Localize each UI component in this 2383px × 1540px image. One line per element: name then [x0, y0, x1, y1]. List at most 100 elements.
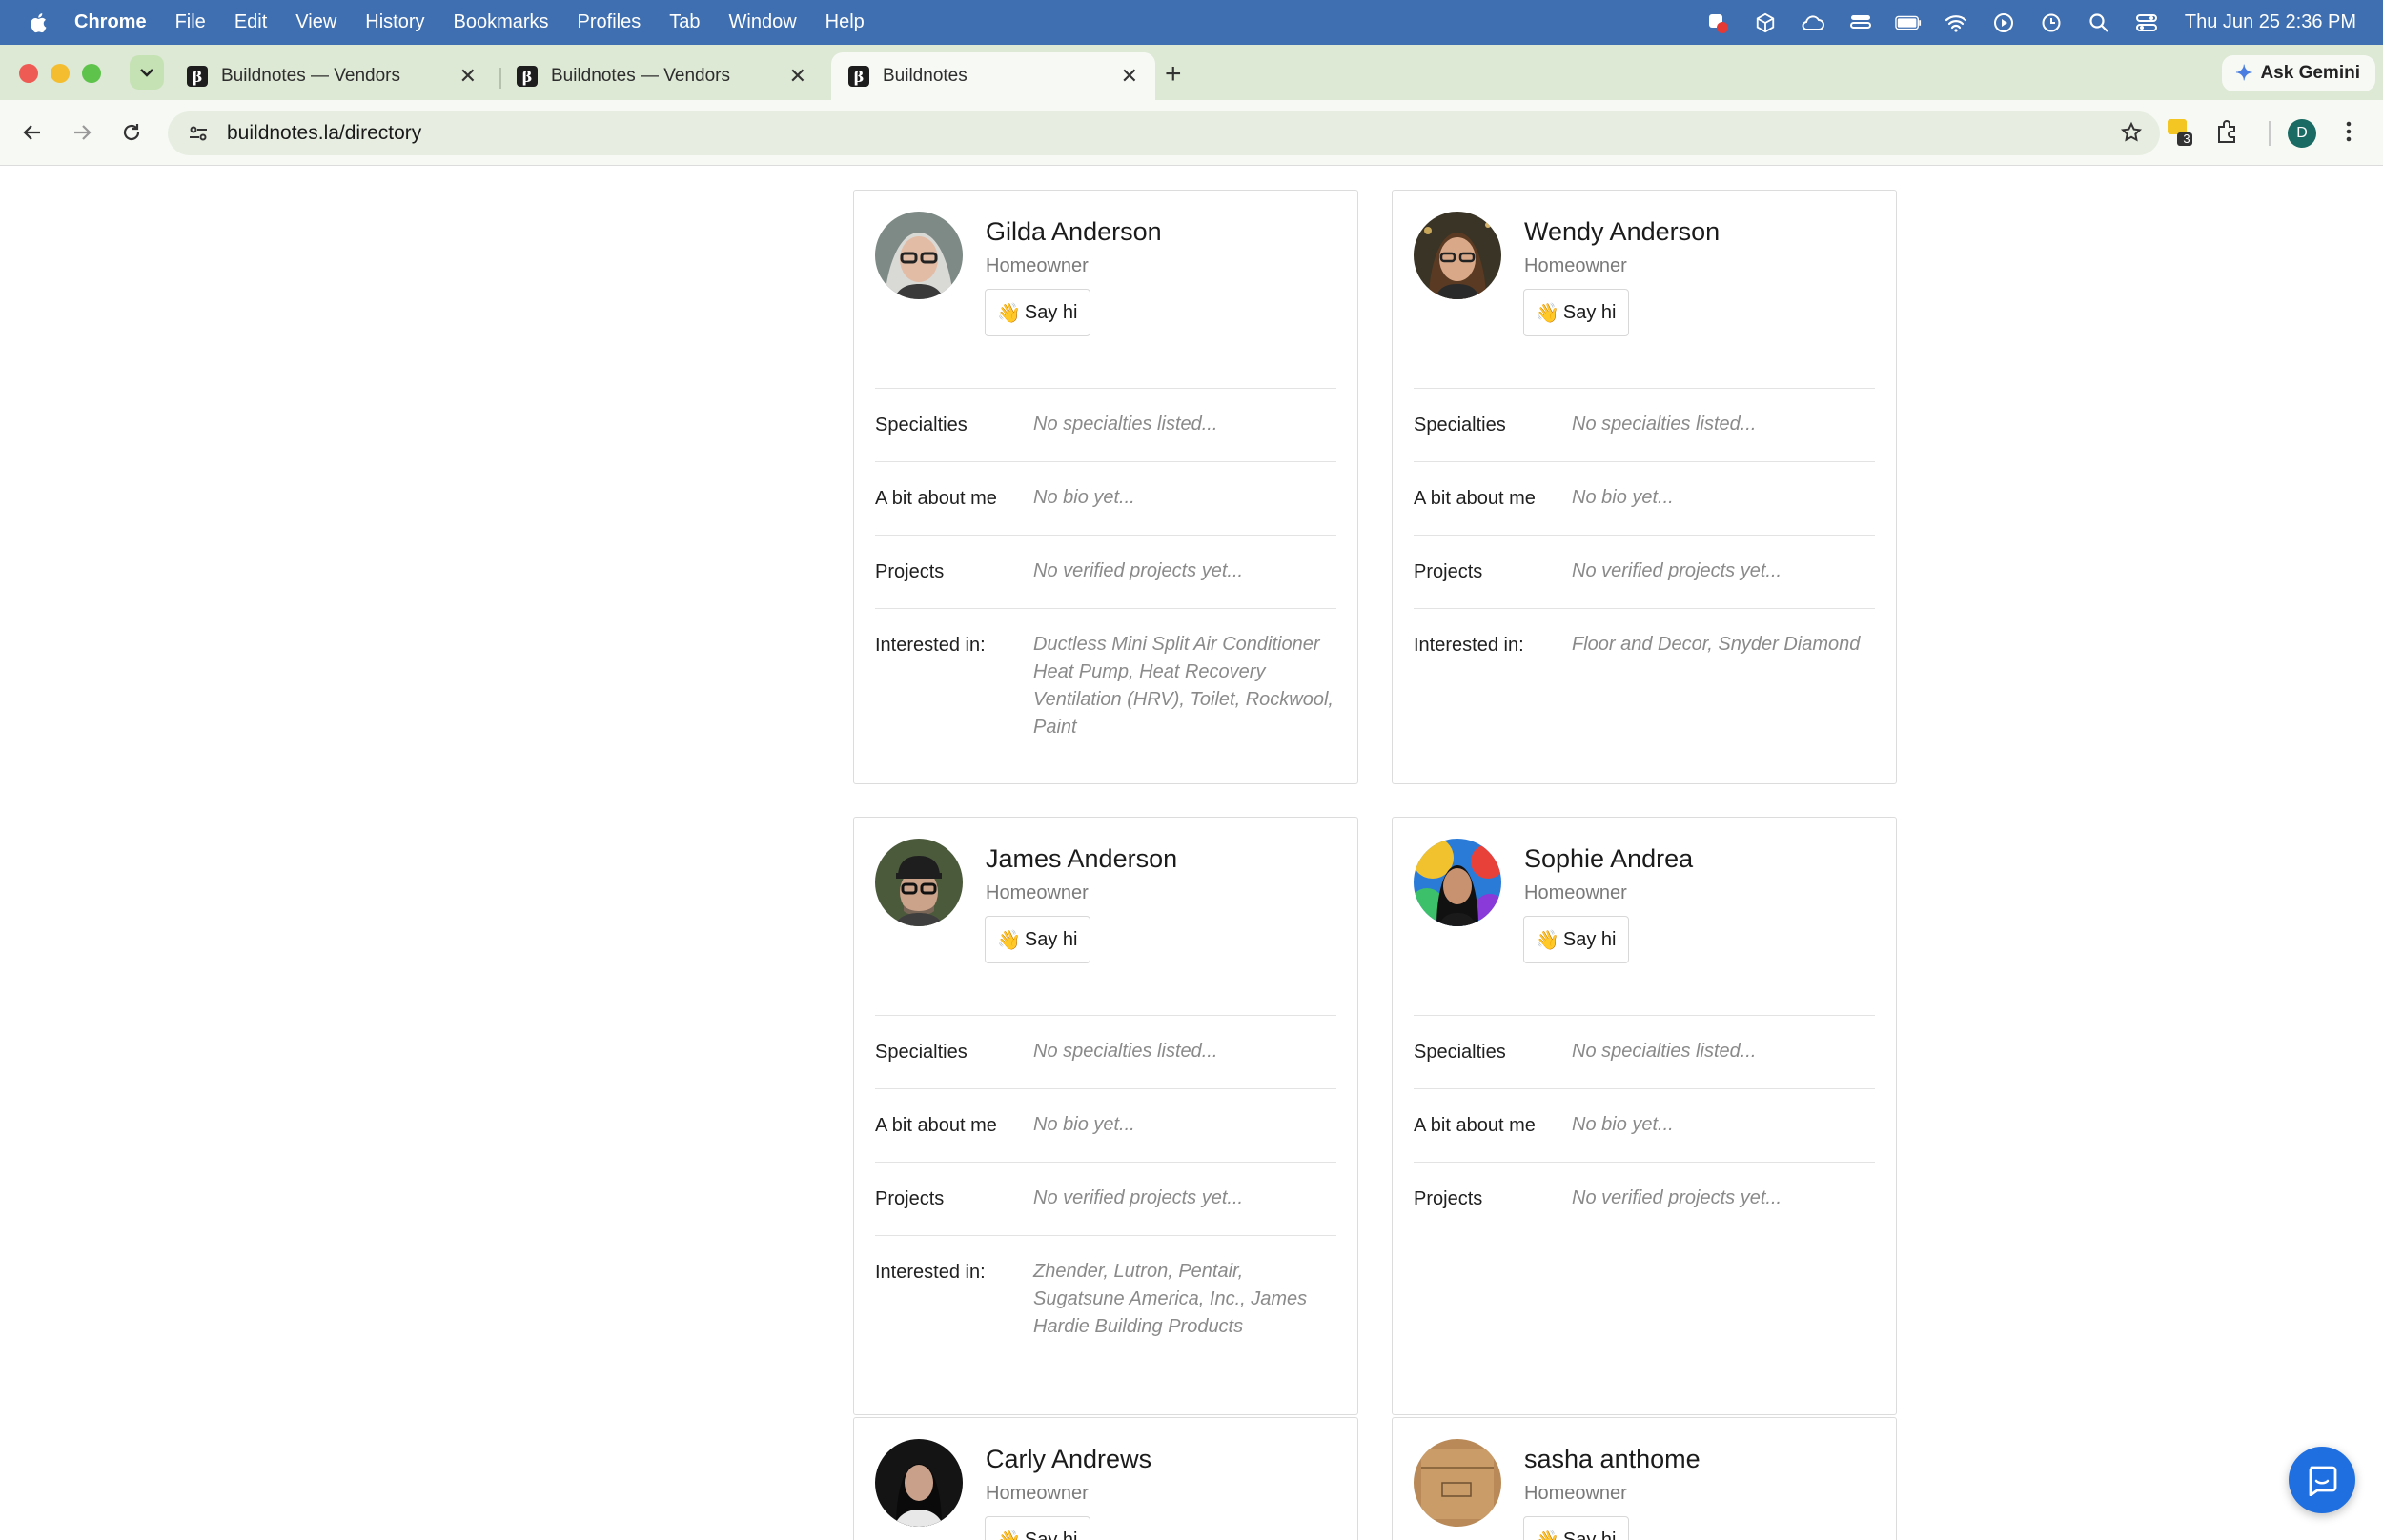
- close-window-button[interactable]: [19, 64, 38, 83]
- say-hi-button[interactable]: 👋Say hi: [1523, 1516, 1629, 1540]
- avatar[interactable]: [1414, 839, 1501, 926]
- buildnotes-favicon-icon: β: [517, 66, 538, 87]
- say-hi-button[interactable]: 👋Say hi: [985, 1516, 1090, 1540]
- tab-buildnotes-vendors-2[interactable]: β Buildnotes — Vendors ✕: [499, 52, 824, 100]
- menu-bar-status-area: Thu Jun 25 2:36 PM: [1683, 0, 2356, 45]
- specialties-label: Specialties: [875, 1042, 967, 1063]
- avatar[interactable]: [875, 1439, 963, 1527]
- projects-row: Projects No verified projects yet...: [1414, 535, 1875, 608]
- close-tab-icon[interactable]: ✕: [789, 64, 806, 89]
- projects-label: Projects: [1414, 1188, 1483, 1209]
- cloud-sync-icon[interactable]: [1800, 11, 1826, 34]
- chat-support-button[interactable]: [2289, 1447, 2355, 1513]
- play-circle-icon[interactable]: [1990, 11, 2017, 34]
- tab-search-button[interactable]: [130, 55, 164, 90]
- menu-edit[interactable]: Edit: [234, 11, 267, 33]
- reload-icon: [123, 124, 140, 141]
- ask-gemini-button[interactable]: ✦ Ask Gemini: [2222, 55, 2375, 91]
- avatar[interactable]: [875, 839, 963, 926]
- buildnotes-favicon-icon: β: [187, 66, 208, 87]
- url-text[interactable]: buildnotes.la/directory: [227, 122, 421, 145]
- interested-row: Interested in: Zhender, Lutron, Pentair, …: [875, 1235, 1336, 1341]
- profile-name[interactable]: Gilda Anderson: [986, 217, 1162, 247]
- maximize-window-button[interactable]: [82, 64, 101, 83]
- new-tab-button[interactable]: +: [1165, 58, 1182, 91]
- wifi-icon[interactable]: [1943, 11, 1969, 34]
- back-button[interactable]: [17, 117, 48, 148]
- close-tab-icon[interactable]: ✕: [1121, 64, 1138, 89]
- menu-view[interactable]: View: [295, 11, 336, 33]
- extensions-puzzle-icon[interactable]: [2215, 119, 2240, 149]
- menu-profiles[interactable]: Profiles: [578, 11, 642, 33]
- minimize-window-button[interactable]: [51, 64, 70, 83]
- say-hi-label: Say hi: [1562, 1529, 1617, 1540]
- avatar[interactable]: [1414, 1439, 1501, 1527]
- bio-label: A bit about me: [875, 1115, 997, 1136]
- say-hi-label: Say hi: [1024, 1529, 1078, 1540]
- menu-bar-clock[interactable]: Thu Jun 25 2:36 PM: [2185, 11, 2356, 33]
- menu-chrome[interactable]: Chrome: [74, 11, 147, 33]
- interested-value: Floor and Decor, Snyder Diamond: [1572, 634, 1861, 655]
- layers-icon[interactable]: [1847, 11, 1874, 34]
- battery-icon[interactable]: [1895, 11, 1922, 34]
- waving-hand-icon: 👋: [1536, 929, 1559, 951]
- profile-card: sasha anthome Homeowner 👋Say hi: [1392, 1417, 1897, 1540]
- profile-name[interactable]: Wendy Anderson: [1524, 217, 1720, 247]
- avatar[interactable]: [1414, 212, 1501, 299]
- profile-role: Homeowner: [986, 1483, 1089, 1504]
- interested-row: Interested in: Floor and Decor, Snyder Di…: [1414, 608, 1875, 681]
- projects-value: No verified projects yet...: [1572, 560, 1782, 581]
- say-hi-button[interactable]: 👋Say hi: [1523, 289, 1629, 336]
- close-tab-icon[interactable]: ✕: [459, 64, 477, 89]
- waving-hand-icon: 👋: [1536, 302, 1559, 324]
- menu-tab[interactable]: Tab: [669, 11, 700, 33]
- avatar[interactable]: [875, 212, 963, 299]
- specialties-value: No specialties listed...: [1572, 1041, 1757, 1062]
- waving-hand-icon: 👋: [997, 1529, 1021, 1540]
- say-hi-label: Say hi: [1024, 928, 1078, 950]
- say-hi-button[interactable]: 👋Say hi: [985, 916, 1090, 963]
- arrow-left-icon: [23, 125, 40, 140]
- control-center-icon[interactable]: [2133, 11, 2160, 34]
- menu-bookmarks[interactable]: Bookmarks: [454, 11, 549, 33]
- spotlight-search-icon[interactable]: [2086, 11, 2112, 34]
- say-hi-label: Say hi: [1024, 301, 1078, 323]
- directory-page: Gilda Anderson Homeowner 👋 Say hi Special…: [0, 166, 2383, 1540]
- app-badge-icon[interactable]: [1704, 11, 1731, 34]
- specialties-row: Specialties No specialties listed...: [875, 1015, 1336, 1088]
- toolbar-divider: [2269, 121, 2271, 146]
- specialties-row: Specialties No specialties listed...: [1414, 1015, 1875, 1088]
- more-menu-icon[interactable]: [2341, 119, 2356, 149]
- bio-row: A bit about me No bio yet...: [875, 461, 1336, 535]
- forward-button[interactable]: [67, 117, 97, 148]
- profile-name[interactable]: Sophie Andrea: [1524, 844, 1693, 874]
- menu-help[interactable]: Help: [825, 11, 865, 33]
- profile-card: Sophie Andrea Homeowner 👋 Say hi Specialt…: [1392, 817, 1897, 1415]
- say-hi-button[interactable]: 👋Say hi: [985, 289, 1090, 336]
- menu-file[interactable]: File: [175, 11, 206, 33]
- apple-logo-icon[interactable]: [27, 10, 51, 35]
- profile-card: James Anderson Homeowner 👋 Say hi Special…: [853, 817, 1358, 1415]
- tab-buildnotes-vendors-1[interactable]: β Buildnotes — Vendors ✕: [170, 52, 494, 100]
- waving-hand-icon: 👋: [997, 302, 1021, 324]
- bookmark-star-icon[interactable]: [2120, 121, 2143, 149]
- menu-history[interactable]: History: [365, 11, 424, 33]
- profile-name[interactable]: Carly Andrews: [986, 1445, 1151, 1474]
- say-hi-button[interactable]: 👋Say hi: [1523, 916, 1629, 963]
- specialties-label: Specialties: [1414, 415, 1506, 436]
- time-machine-icon[interactable]: [2038, 11, 2065, 34]
- buildnotes-favicon-icon: β: [848, 66, 869, 87]
- extension-badge-icon[interactable]: 3: [2166, 117, 2194, 152]
- projects-value: No verified projects yet...: [1033, 1187, 1244, 1208]
- menu-window[interactable]: Window: [729, 11, 797, 33]
- profile-avatar[interactable]: D: [2288, 119, 2316, 148]
- box-icon[interactable]: [1752, 11, 1779, 34]
- profile-role: Homeowner: [1524, 255, 1627, 276]
- address-bar[interactable]: buildnotes.la/directory: [168, 111, 2160, 155]
- profile-name[interactable]: James Anderson: [986, 844, 1177, 874]
- reload-button[interactable]: [116, 117, 147, 148]
- bio-label: A bit about me: [875, 488, 997, 509]
- tab-buildnotes-active[interactable]: β Buildnotes ✕: [831, 52, 1155, 100]
- site-settings-icon[interactable]: [179, 114, 217, 152]
- profile-name[interactable]: sasha anthome: [1524, 1445, 1701, 1474]
